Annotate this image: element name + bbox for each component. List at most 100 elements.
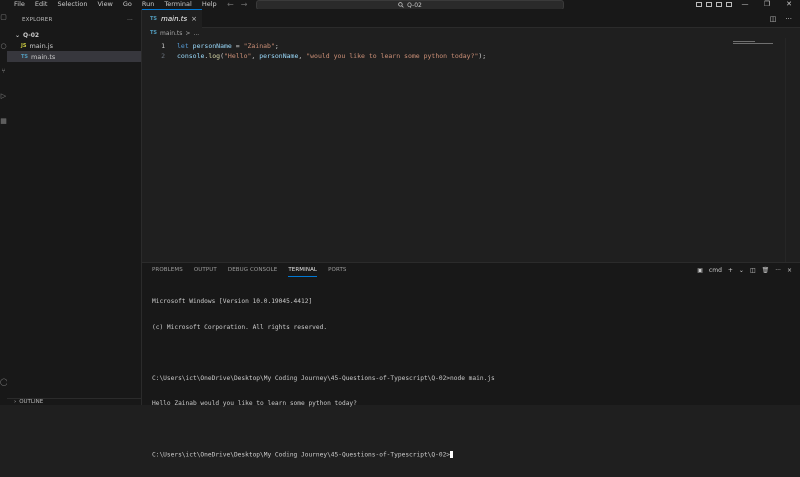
menu-help[interactable]: Help <box>197 0 222 9</box>
terminal-prompt-line: C:\Users\ict\OneDrive\Desktop\My Coding … <box>152 451 792 460</box>
code-token: console <box>177 52 205 60</box>
file-main-ts[interactable]: TS main.ts <box>7 51 141 62</box>
menu-file[interactable]: File <box>9 0 30 9</box>
terminal-prompt: C:\Users\ict\OneDrive\Desktop\My Coding … <box>152 451 451 459</box>
code-token: log <box>208 52 221 60</box>
bottom-panel: PROBLEMS OUTPUT DEBUG CONSOLE TERMINAL P… <box>142 262 800 459</box>
minimap[interactable] <box>733 41 775 45</box>
navigation-arrows: ← → <box>227 0 247 9</box>
terminal-line: C:\Users\ict\OneDrive\Desktop\My Coding … <box>152 374 495 382</box>
explorer-icon[interactable]: ▢ <box>0 13 7 21</box>
more-actions-icon[interactable]: ··· <box>775 267 781 274</box>
minimize-button[interactable]: — <box>734 0 756 9</box>
menu-go[interactable]: Go <box>118 0 137 9</box>
code-token: let <box>177 42 189 50</box>
tab-terminal[interactable]: TERMINAL <box>288 263 318 277</box>
code-token: ); <box>478 52 487 60</box>
close-window-button[interactable]: ✕ <box>778 0 800 9</box>
tab-label: main.ts <box>161 15 188 23</box>
account-icon[interactable]: ◯ <box>0 378 8 386</box>
chevron-down-icon[interactable]: ⌄ <box>739 267 744 274</box>
menu-view[interactable]: View <box>92 0 117 9</box>
close-panel-icon[interactable]: × <box>787 267 792 274</box>
new-terminal-button[interactable]: + <box>728 267 733 274</box>
folder-name: Q-02 <box>23 31 40 39</box>
terminal-line: Hello Zainab would you like to learn som… <box>152 400 357 407</box>
outline-section[interactable]: › OUTLINE <box>7 398 141 405</box>
menu-selection[interactable]: Selection <box>52 0 92 9</box>
editor-tab-bar: TS main.ts × ◫ ··· <box>142 9 800 28</box>
explorer-sidebar: EXPLORER ··· ⌄ Q-02 JS main.js TS main.t… <box>7 9 142 405</box>
breadcrumb-separator: > <box>185 29 191 37</box>
tab-main-ts[interactable]: TS main.ts × <box>142 9 202 28</box>
panel-actions: ▣ cmd + ⌄ ◫ 🗑 ··· × <box>697 263 792 277</box>
search-view-icon[interactable]: ○ <box>0 42 7 50</box>
toggle-secondary-sidebar-icon[interactable] <box>716 2 722 7</box>
code-token: "Hello" <box>224 52 252 60</box>
terminal-line: (c) Microsoft Corporation. All rights re… <box>152 323 328 331</box>
code-token: ; <box>274 42 279 50</box>
customize-layout-icon[interactable] <box>726 2 732 7</box>
tab-debug-console[interactable]: DEBUG CONSOLE <box>228 263 277 277</box>
split-terminal-icon[interactable]: ◫ <box>750 267 756 274</box>
code-editor[interactable]: 1 let personName = "Zainab"; 2 console.l… <box>142 38 800 262</box>
trash-icon[interactable]: 🗑 <box>762 267 770 274</box>
extensions-icon[interactable]: ▦ <box>0 117 7 125</box>
code-content: console.log("Hello", personName, "would … <box>165 52 486 60</box>
explorer-header: EXPLORER ··· <box>7 9 141 30</box>
command-center-text: Q-02 <box>407 1 422 9</box>
terminal-cursor <box>450 451 454 458</box>
run-debug-icon[interactable]: ▷ <box>0 92 7 100</box>
file-name: main.ts <box>31 52 56 61</box>
restore-button[interactable]: ❐ <box>756 0 778 9</box>
shell-name[interactable]: cmd <box>709 267 722 274</box>
file-main-js[interactable]: JS main.js <box>7 40 141 51</box>
search-icon <box>398 2 404 8</box>
tab-output[interactable]: OUTPUT <box>194 263 217 277</box>
toggle-primary-sidebar-icon[interactable] <box>696 2 702 7</box>
code-token: "Zainab" <box>243 42 275 50</box>
folder-q-02[interactable]: ⌄ Q-02 <box>7 30 141 40</box>
split-editor-icon[interactable]: ◫ <box>770 15 777 23</box>
file-name: main.js <box>29 41 53 50</box>
terminal-line: Microsoft Windows [Version 10.0.19045.44… <box>152 298 313 305</box>
js-file-icon: JS <box>21 42 27 49</box>
code-token: "would you like to learn some python tod… <box>306 52 479 60</box>
source-control-icon[interactable]: ⑂ <box>0 67 7 75</box>
close-icon[interactable]: × <box>191 15 197 23</box>
activity-bar: ▢ ○ ⑂ ▷ ▦ ◯ <box>0 9 8 405</box>
menu-run[interactable]: Run <box>137 0 159 9</box>
menu-edit[interactable]: Edit <box>30 0 53 9</box>
title-bar: File Edit Selection View Go Run Terminal… <box>0 0 800 10</box>
panel-tabs: PROBLEMS OUTPUT DEBUG CONSOLE TERMINAL P… <box>152 263 347 277</box>
ts-file-icon: TS <box>150 16 158 22</box>
code-token: personName <box>259 52 299 60</box>
explorer-title: EXPLORER <box>22 16 53 23</box>
chevron-down-icon: ⌄ <box>15 31 21 39</box>
explorer-more-icon[interactable]: ··· <box>127 17 133 23</box>
editor-scrollbar[interactable] <box>785 38 800 262</box>
tab-ports[interactable]: PORTS <box>328 263 346 277</box>
breadcrumb-symbol[interactable]: ... <box>193 30 199 37</box>
code-line: 1 let personName = "Zainab"; <box>142 41 279 51</box>
code-line: 2 console.log("Hello", personName, "woul… <box>142 51 486 61</box>
ts-file-icon: TS <box>21 53 29 60</box>
menu-bar: File Edit Selection View Go Run Terminal… <box>0 0 222 9</box>
back-arrow-icon[interactable]: ← <box>227 0 234 9</box>
editor-actions: ◫ ··· <box>770 9 792 28</box>
tab-problems[interactable]: PROBLEMS <box>152 263 183 277</box>
menu-terminal[interactable]: Terminal <box>159 0 196 9</box>
terminal-output[interactable]: Microsoft Windows [Version 10.0.19045.44… <box>152 281 792 477</box>
line-number: 1 <box>161 42 165 50</box>
ts-file-icon: TS <box>150 30 158 36</box>
line-number: 2 <box>161 52 165 60</box>
toggle-panel-icon[interactable] <box>706 2 712 7</box>
terminal-icon: ▣ <box>697 266 703 274</box>
breadcrumb: TS main.ts > ... <box>142 28 800 38</box>
title-bar-right: — ❐ ✕ <box>694 0 800 9</box>
forward-arrow-icon[interactable]: → <box>241 0 248 9</box>
breadcrumb-file[interactable]: main.ts <box>160 30 182 37</box>
more-actions-icon[interactable]: ··· <box>785 15 792 23</box>
chevron-right-icon: › <box>14 399 17 405</box>
